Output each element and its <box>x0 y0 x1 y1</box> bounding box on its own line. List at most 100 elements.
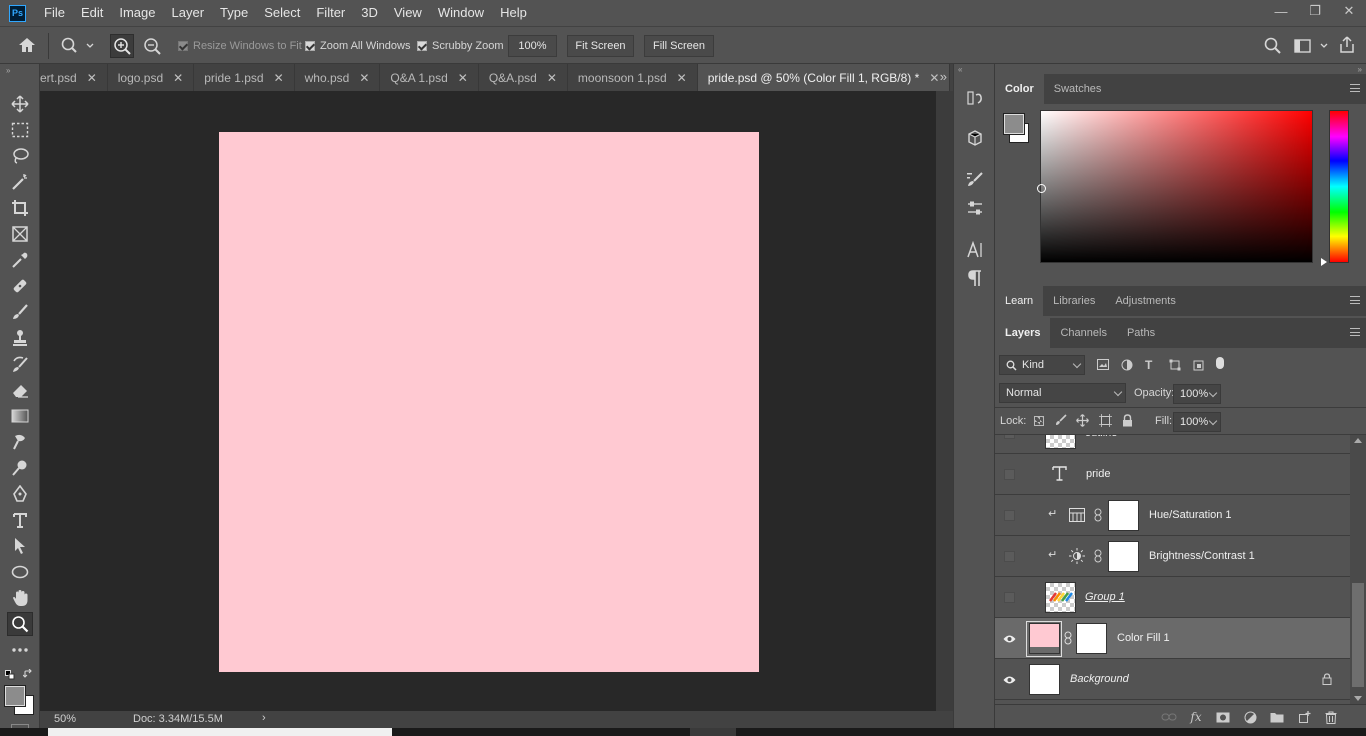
menu-view[interactable]: View <box>386 0 430 26</box>
menu-image[interactable]: Image <box>111 0 163 26</box>
close-icon[interactable]: ✕ <box>929 71 939 85</box>
layer-mask-thumbnail[interactable] <box>1076 623 1107 654</box>
lock-pixels-icon[interactable] <box>1055 414 1067 429</box>
tab-logo[interactable]: logo.psd ✕ <box>107 64 195 91</box>
frame-tool-icon[interactable] <box>7 222 33 246</box>
tab-channels[interactable]: Channels <box>1050 318 1116 348</box>
smudge-tool-icon[interactable] <box>7 430 33 454</box>
crop-tool-icon[interactable] <box>7 196 33 220</box>
gradient-tool-icon[interactable] <box>7 404 33 428</box>
taskbar-active-app[interactable] <box>690 728 736 736</box>
restore-icon[interactable]: ❐ <box>1298 0 1332 22</box>
zoom-level[interactable]: 50% <box>54 713 76 725</box>
menu-file[interactable]: File <box>36 0 73 26</box>
brush-tool-icon[interactable] <box>7 300 33 324</box>
layer-row[interactable]: outline <box>995 435 1350 454</box>
paragraph-icon[interactable] <box>963 266 987 290</box>
tab-ert[interactable]: ert.psd ✕ <box>40 64 108 91</box>
pen-tool-icon[interactable] <box>7 482 33 506</box>
close-icon[interactable]: ✕ <box>359 71 369 85</box>
fill-screen-button[interactable]: Fill Screen <box>644 35 714 57</box>
marquee-tool-icon[interactable] <box>7 118 33 142</box>
layer-name[interactable]: Color Fill 1 <box>1117 632 1170 644</box>
tab-libraries[interactable]: Libraries <box>1043 286 1105 316</box>
menu-edit[interactable]: Edit <box>73 0 111 26</box>
hue-slider[interactable] <box>1329 110 1349 263</box>
dodge-tool-icon[interactable] <box>7 456 33 480</box>
zoom-tool-preset-icon[interactable] <box>60 37 96 58</box>
zoom-all-windows-checkbox[interactable]: Zoom All Windows <box>305 40 410 52</box>
layer-mask-thumbnail[interactable] <box>1108 541 1139 572</box>
type-tool-icon[interactable] <box>7 508 33 532</box>
panel-menu-icon[interactable] <box>1350 84 1360 92</box>
menu-layer[interactable]: Layer <box>164 0 213 26</box>
close-icon[interactable]: ✕ <box>87 71 97 85</box>
collapse-icon[interactable]: » <box>1358 65 1362 74</box>
tab-layers[interactable]: Layers <box>995 318 1051 348</box>
hue-slider-marker[interactable] <box>1321 258 1327 266</box>
fit-screen-button[interactable]: Fit Screen <box>567 35 634 57</box>
link-icon[interactable] <box>1094 508 1102 525</box>
tab-pride-active[interactable]: pride.psd @ 50% (Color Fill 1, RGB/8) * ✕ <box>697 64 951 91</box>
group-folder-icon[interactable] <box>1269 710 1285 724</box>
workspace-icon[interactable] <box>1294 38 1334 57</box>
blend-mode-dropdown[interactable]: Normal <box>999 383 1126 403</box>
trash-icon[interactable] <box>1323 710 1339 724</box>
filter-shape-icon[interactable] <box>1169 359 1181 374</box>
layers-scrollbar[interactable] <box>1350 435 1366 704</box>
visibility-toggle[interactable] <box>1004 551 1015 562</box>
close-icon[interactable]: ✕ <box>677 71 687 85</box>
lock-position-icon[interactable] <box>1076 414 1089 430</box>
layer-row[interactable]: ↵ Brightness/Contrast 1 <box>995 536 1350 577</box>
link-icon[interactable] <box>1094 549 1102 566</box>
menu-3d[interactable]: 3D <box>353 0 386 26</box>
layer-mask-thumbnail[interactable] <box>1108 500 1139 531</box>
color-fill-thumbnail[interactable] <box>1029 623 1060 654</box>
visibility-toggle[interactable] <box>1004 469 1015 480</box>
panel-menu-icon[interactable] <box>1350 328 1360 336</box>
tab-who[interactable]: who.psd ✕ <box>294 64 381 91</box>
tabs-overflow-icon[interactable]: » <box>940 69 947 84</box>
canvas-vertical-scrollbar[interactable] <box>936 91 953 711</box>
tab-paths[interactable]: Paths <box>1117 318 1165 348</box>
lock-transparent-icon[interactable] <box>1034 416 1044 426</box>
scroll-up-icon[interactable] <box>1354 438 1362 443</box>
layer-row[interactable]: pride <box>995 454 1350 495</box>
swap-colors-icon[interactable] <box>22 668 33 682</box>
layer-row[interactable]: ↵ Hue/Saturation 1 <box>995 495 1350 536</box>
adjustment-layer-icon[interactable] <box>1242 710 1258 724</box>
document-canvas[interactable] <box>219 132 759 672</box>
filter-type-icon[interactable]: T <box>1145 358 1152 372</box>
path-selection-tool-icon[interactable] <box>7 534 33 558</box>
color-fg-swatch[interactable] <box>1003 113 1025 135</box>
layer-name[interactable]: pride <box>1086 468 1110 480</box>
tab-qa[interactable]: Q&A.psd ✕ <box>478 64 568 91</box>
history-brush-tool-icon[interactable] <box>7 352 33 376</box>
zoom-percent-field[interactable]: 100% <box>508 35 557 57</box>
menu-type[interactable]: Type <box>212 0 256 26</box>
filter-adjustment-icon[interactable] <box>1121 359 1133 374</box>
share-icon[interactable] <box>1338 36 1356 57</box>
search-icon[interactable] <box>1264 37 1282 58</box>
eyedropper-tool-icon[interactable] <box>7 248 33 272</box>
tab-learn[interactable]: Learn <box>995 286 1044 316</box>
move-tool-icon[interactable] <box>7 92 33 116</box>
tab-adjustments[interactable]: Adjustments <box>1105 286 1186 316</box>
adjust-sliders-icon[interactable] <box>963 196 987 220</box>
fill-field[interactable]: 100% <box>1173 412 1221 432</box>
close-icon[interactable]: ✕ <box>173 71 183 85</box>
clone-stamp-tool-icon[interactable] <box>7 326 33 350</box>
healing-brush-tool-icon[interactable] <box>7 274 33 298</box>
visibility-toggle[interactable] <box>1004 510 1015 521</box>
menu-filter[interactable]: Filter <box>308 0 353 26</box>
lock-artboard-icon[interactable] <box>1099 414 1112 430</box>
filter-pixel-icon[interactable] <box>1097 359 1109 373</box>
tab-color[interactable]: Color <box>995 74 1044 104</box>
tab-qa-1[interactable]: Q&A 1.psd ✕ <box>380 64 479 91</box>
layer-name[interactable]: Group 1 <box>1085 591 1125 603</box>
zoom-tool-icon[interactable] <box>7 612 33 636</box>
lock-all-icon[interactable] <box>1122 414 1133 430</box>
layer-name[interactable]: Hue/Saturation 1 <box>1149 509 1232 521</box>
visibility-toggle[interactable] <box>1004 435 1015 439</box>
tab-pride-1[interactable]: pride 1.psd ✕ <box>194 64 295 91</box>
